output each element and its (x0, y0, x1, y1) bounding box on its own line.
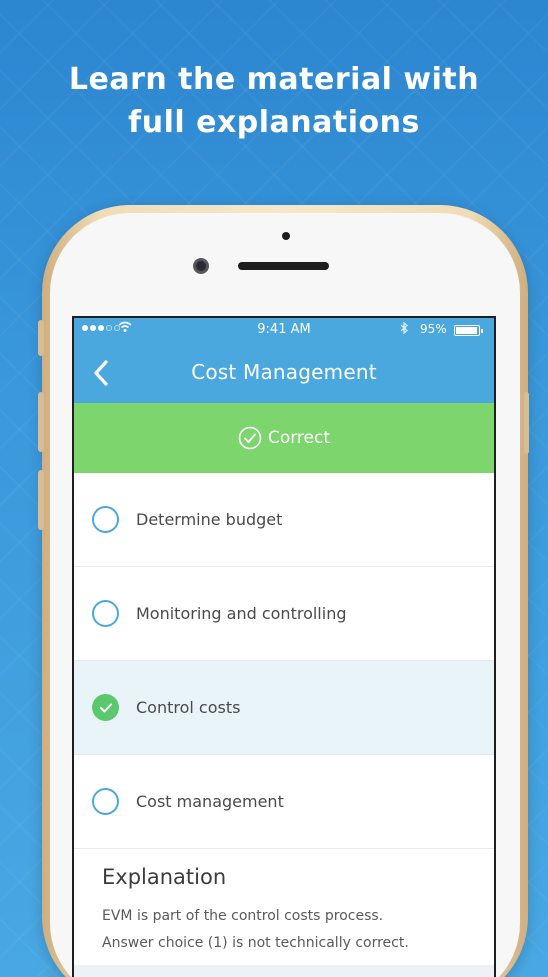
answer-label: Monitoring and controlling (136, 604, 347, 623)
answer-option-1[interactable]: Determine budget (74, 473, 494, 567)
proximity-sensor (282, 232, 290, 240)
radio-icon[interactable] (92, 506, 119, 533)
earpiece-speaker (238, 262, 329, 270)
bluetooth-icon (400, 321, 409, 338)
answer-option-3[interactable]: Control costs (74, 661, 494, 755)
check-circle-icon (238, 426, 262, 450)
battery-percentage: 95% (420, 322, 447, 336)
check-radio-icon[interactable] (92, 694, 119, 721)
status-bar: 9:41 AM 95% (74, 318, 494, 342)
bottom-strip (74, 965, 494, 977)
radio-icon[interactable] (92, 788, 119, 815)
answer-label: Control costs (136, 698, 241, 717)
phone-mute-switch (38, 320, 44, 356)
explanation-line-1: EVM is part of the control costs process… (102, 908, 384, 924)
headline-line-1: Learn the material with (68, 62, 480, 97)
navigation-bar: Cost Management (74, 342, 494, 403)
explanation-body: EVM is part of the control costs process… (102, 903, 466, 957)
front-camera (193, 258, 209, 274)
promo-headline: Learn the material with full explanation… (0, 58, 548, 144)
battery-fill (456, 327, 477, 334)
explanation-title: Explanation (102, 865, 227, 889)
explanation-line-2: Answer choice (1) is not technically cor… (102, 935, 409, 951)
explanation-section: Explanation EVM is part of the control c… (74, 851, 494, 957)
nav-title: Cost Management (191, 360, 377, 384)
result-label: Correct (267, 428, 331, 448)
phone-screen: 9:41 AM 95% Cost Management Correct Dete… (72, 316, 496, 977)
answer-option-2[interactable]: Monitoring and controlling (74, 567, 494, 661)
answer-option-4[interactable]: Cost management (74, 755, 494, 849)
battery-icon (454, 325, 483, 336)
headline-line-2: full explanations (128, 105, 420, 140)
answer-label: Cost management (136, 792, 284, 811)
phone-volume-down (38, 470, 44, 530)
phone-power-button (524, 392, 529, 454)
radio-icon[interactable] (92, 600, 119, 627)
answer-label: Determine budget (136, 510, 283, 529)
correct-banner: Correct (74, 403, 494, 473)
phone-volume-up (38, 392, 44, 452)
answer-list: Determine budget Monitoring and controll… (74, 473, 494, 849)
